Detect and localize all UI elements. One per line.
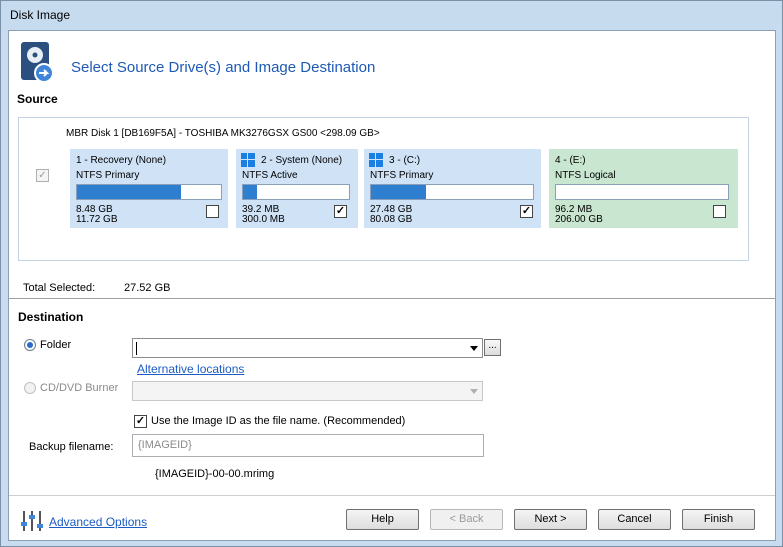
partition-4[interactable]: 4 - (E:) NTFS Logical 96.2 MB 206.00 GB — [549, 149, 738, 228]
backup-filename-label: Backup filename: — [29, 441, 114, 453]
folder-combo[interactable] — [132, 338, 483, 358]
partition-1-checkbox[interactable] — [206, 205, 219, 218]
cd-dvd-label: CD/DVD Burner — [40, 382, 119, 394]
title-bar: Disk Image — [1, 1, 782, 29]
partition-3-checkbox[interactable]: ✓ — [520, 205, 533, 218]
window-title: Disk Image — [10, 8, 71, 22]
disk-title: MBR Disk 1 [DB169F5A] - TOSHIBA MK3276GS… — [66, 128, 380, 139]
browse-button[interactable]: ... — [484, 339, 501, 356]
partition-fs: NTFS Primary — [76, 170, 140, 181]
alternative-locations-link[interactable]: Alternative locations — [137, 362, 244, 376]
partition-fs: NTFS Logical — [555, 170, 616, 181]
back-button[interactable]: < Back — [430, 509, 503, 530]
section-divider — [9, 298, 775, 299]
folder-radio[interactable] — [24, 339, 36, 351]
partition-total: 206.00 GB — [555, 214, 603, 225]
folder-label[interactable]: Folder — [40, 339, 71, 351]
disk-image-window: Disk Image Select Source Drive(s) and Im… — [0, 0, 783, 547]
next-button[interactable]: Next > — [514, 509, 587, 530]
partition-4-checkbox[interactable] — [713, 205, 726, 218]
backup-filename-field[interactable]: {IMAGEID} — [132, 434, 484, 457]
text-caret — [136, 342, 137, 355]
total-selected-value: 27.52 GB — [124, 282, 171, 294]
page-title: Select Source Drive(s) and Image Destina… — [71, 59, 376, 76]
disk-checkbox[interactable]: ✓ — [36, 169, 49, 182]
usage-fill — [371, 185, 427, 199]
partition-name: 4 - (E:) — [555, 155, 586, 166]
partition-name: 3 - (C:) — [389, 155, 421, 166]
windows-logo-icon — [241, 153, 255, 167]
dropdown-arrow-icon[interactable] — [470, 346, 478, 351]
cd-dvd-combo[interactable] — [132, 381, 483, 401]
filename-preview: {IMAGEID}-00-00.mrimg — [155, 468, 275, 480]
partition-2[interactable]: 2 - System (None) NTFS Active 39.2 MB 30… — [236, 149, 358, 228]
cd-dvd-radio[interactable] — [24, 382, 36, 394]
partition-total: 80.08 GB — [370, 214, 413, 225]
partition-1[interactable]: 1 - Recovery (None) NTFS Primary 8.48 GB… — [70, 149, 228, 228]
source-label: Source — [17, 92, 58, 106]
use-image-id-label[interactable]: Use the Image ID as the file name. (Reco… — [151, 415, 405, 427]
partition-3[interactable]: 3 - (C:) NTFS Primary 27.48 GB 80.08 GB … — [364, 149, 541, 228]
partition-fs: NTFS Primary — [370, 170, 434, 181]
disk-image-icon — [21, 42, 54, 83]
radio-dot — [27, 342, 33, 348]
partition-usage-bar — [242, 184, 350, 200]
advanced-options-link[interactable]: Advanced Options — [49, 515, 147, 529]
partition-2-checkbox[interactable]: ✓ — [334, 205, 347, 218]
dropdown-arrow-icon — [470, 389, 478, 394]
partition-name: 1 - Recovery (None) — [76, 155, 167, 166]
partition-total: 11.72 GB — [76, 214, 118, 225]
partition-usage-bar — [370, 184, 534, 200]
dialog-client-area: Select Source Drive(s) and Image Destina… — [8, 30, 776, 541]
source-panel: MBR Disk 1 [DB169F5A] - TOSHIBA MK3276GS… — [18, 117, 749, 261]
sliders-icon — [21, 511, 43, 531]
partition-total: 300.0 MB — [242, 214, 285, 225]
finish-button[interactable]: Finish — [682, 509, 755, 530]
partition-usage-bar — [555, 184, 729, 200]
usage-fill — [77, 185, 181, 199]
windows-logo-icon — [369, 153, 383, 167]
use-image-id-checkbox[interactable]: ✓ — [134, 415, 147, 428]
partition-name: 2 - System (None) — [261, 155, 343, 166]
partition-fs: NTFS Active — [242, 170, 298, 181]
partition-usage-bar — [76, 184, 222, 200]
cancel-button[interactable]: Cancel — [598, 509, 671, 530]
footer-divider — [9, 495, 775, 496]
total-selected-label: Total Selected: — [23, 282, 96, 294]
usage-fill — [243, 185, 257, 199]
help-button[interactable]: Help — [346, 509, 419, 530]
destination-label: Destination — [18, 310, 84, 324]
